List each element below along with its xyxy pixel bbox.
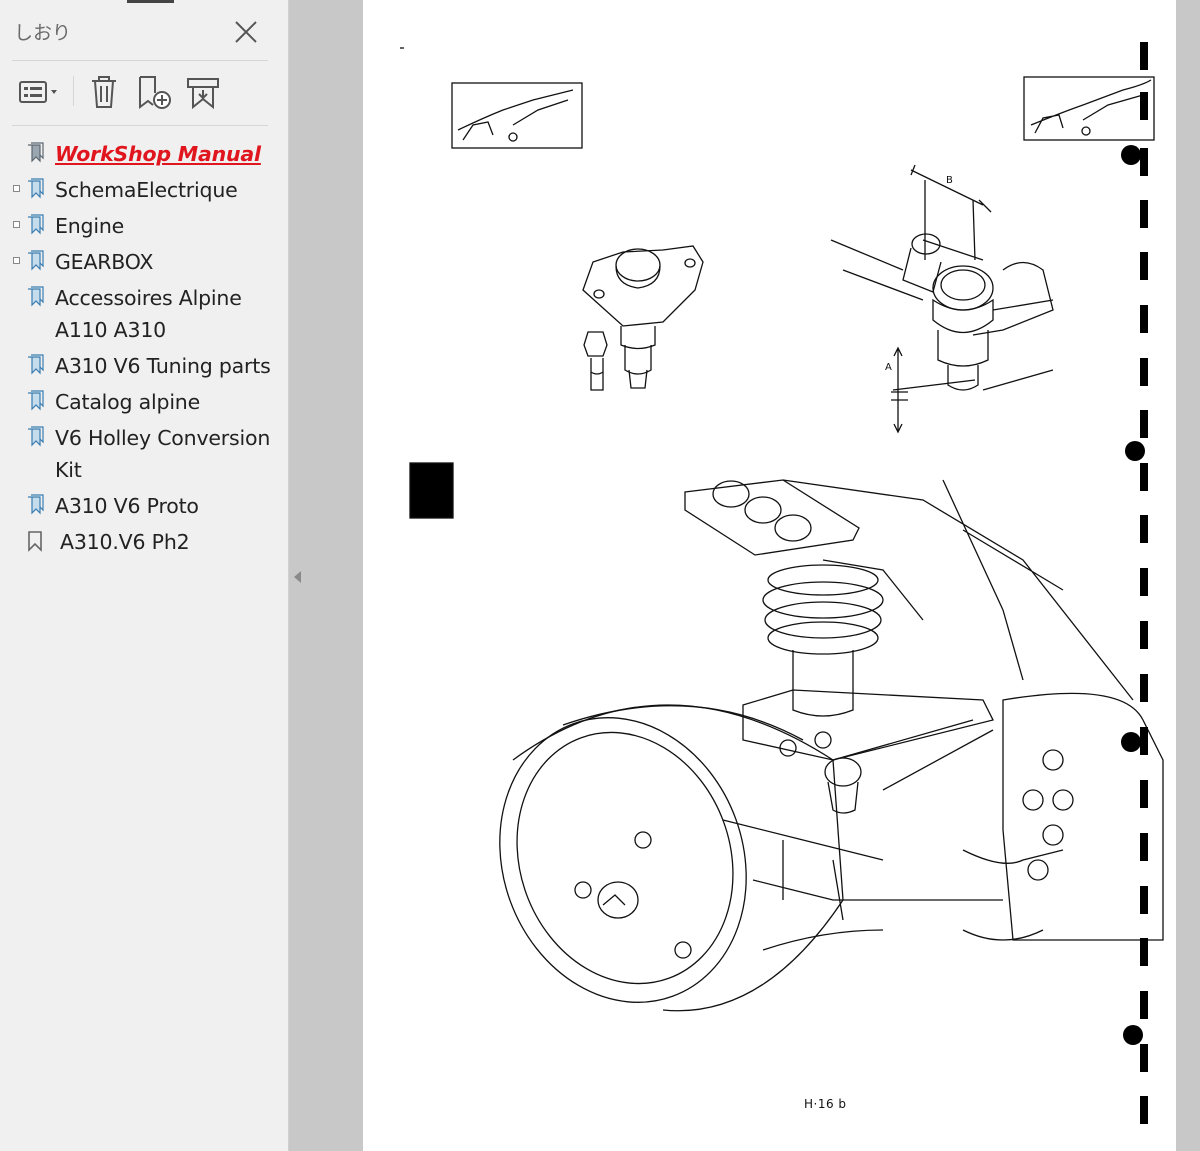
bookmark-label: A310 V6 Proto [55, 494, 199, 518]
panel-tab-indicator [127, 0, 174, 3]
bookmark-label: Accessoires Alpine A110 A310 [55, 286, 242, 342]
bookmark-folder-icon [28, 178, 44, 199]
panel-title: しおり [14, 22, 72, 44]
bookmark-label: GEARBOX [55, 250, 154, 274]
options-menu-button[interactable] [16, 72, 64, 112]
divider [12, 125, 268, 126]
bookmark-folder-icon [28, 214, 44, 235]
dimension-label-a: A [885, 362, 892, 373]
bookmark-tree: WorkShop Manual SchemaElectrique Engine [0, 138, 289, 562]
bookmark-item[interactable]: Engine [0, 210, 289, 242]
add-bookmark-icon [139, 76, 171, 109]
bookmark-icon [28, 531, 42, 552]
dimension-label-b: B [946, 175, 953, 186]
bookmark-item[interactable]: A310 V6 Tuning parts [0, 350, 289, 382]
trash-icon [92, 76, 116, 108]
bookmark-folder-icon [28, 494, 44, 515]
bookmark-label: A310.V6 Ph2 [60, 530, 190, 554]
bookmark-label: SchemaElectrique [55, 178, 238, 202]
bookmark-item[interactable]: A310.V6 Ph2 [0, 526, 289, 558]
bookmark-folder-icon [28, 286, 44, 307]
divider [12, 60, 268, 61]
bookmark-label: Catalog alpine [55, 390, 201, 414]
bookmark-item[interactable]: WorkShop Manual [0, 138, 289, 170]
bookmark-item[interactable]: Catalog alpine [0, 386, 289, 418]
bookmark-item[interactable]: GEARBOX [0, 246, 289, 278]
bookmark-folder-icon [28, 142, 44, 163]
bookmark-label: Engine [55, 214, 125, 238]
expand-toggle[interactable] [13, 221, 20, 228]
close-panel-button[interactable] [230, 16, 262, 48]
bookmark-folder-icon [28, 426, 44, 447]
list-options-icon [19, 81, 57, 103]
bookmark-item[interactable]: Accessoires Alpine A110 A310 [0, 282, 289, 346]
bookmark-folder-icon [28, 390, 44, 411]
expand-toggle[interactable] [13, 185, 20, 192]
bookmark-label: WorkShop Manual [55, 142, 261, 166]
bookmark-folder-icon [28, 354, 44, 375]
page-number: H·16 b [804, 1097, 847, 1111]
delete-bookmark-button[interactable] [86, 72, 122, 112]
close-icon [235, 21, 257, 43]
bookmark-item[interactable]: V6 Holley Conversion Kit [0, 422, 289, 486]
bookmark-folder-icon [28, 250, 44, 271]
find-bookmark-button[interactable] [183, 72, 223, 112]
technical-drawing [400, 42, 1164, 1124]
bookmarks-panel: しおり WorkShop Manual SchemaElectrique Eng… [0, 0, 289, 1151]
bookmark-item[interactable]: SchemaElectrique [0, 174, 289, 206]
bookmark-label: V6 Holley Conversion Kit [55, 426, 271, 482]
bookmark-item[interactable]: A310 V6 Proto [0, 490, 289, 522]
toolbar-separator [73, 76, 74, 106]
add-bookmark-button[interactable] [134, 72, 174, 112]
find-bookmark-icon [187, 78, 219, 110]
bookmark-label: A310 V6 Tuning parts [55, 354, 271, 378]
expand-toggle[interactable] [13, 257, 20, 264]
collapse-panel-arrow-icon[interactable] [291, 569, 303, 585]
document-page: A B H·16 b [363, 0, 1176, 1151]
